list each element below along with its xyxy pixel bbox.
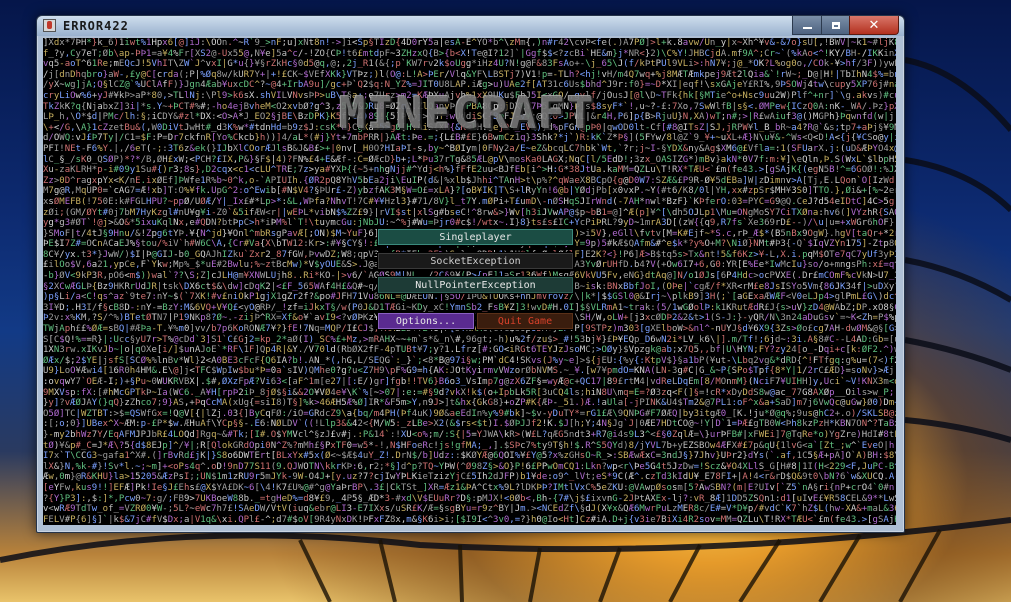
- options-button[interactable]: Options...: [377, 312, 475, 330]
- game-canvas[interactable]: ]Xdx*7ÞH*}k_6)1iwt%1Hpx6[@]iJ:\OOn.^~R`9…: [43, 38, 896, 525]
- maximize-button[interactable]: [821, 16, 850, 35]
- quit-game-button[interactable]: Quit Game: [476, 312, 574, 330]
- window-title: ERROR422: [63, 19, 129, 33]
- game-window: ERROR422 ✕ ]Xdx*7ÞH*}k_6)1iwt%1Hpx6[@]iJ…: [36, 15, 905, 533]
- java-cup-icon: [43, 19, 56, 32]
- singleplayer-button[interactable]: Singleplayer: [377, 228, 574, 246]
- socket-exception-button[interactable]: SocketException: [377, 252, 574, 270]
- game-logo: MINECRAFT: [339, 88, 596, 139]
- close-button[interactable]: ✕: [849, 16, 899, 35]
- close-icon: ✕: [868, 17, 880, 33]
- minimize-button[interactable]: [792, 16, 822, 35]
- title-bar[interactable]: ERROR422 ✕: [37, 16, 904, 36]
- null-pointer-exception-button[interactable]: NullPointerException: [377, 276, 574, 294]
- maximize-icon: [831, 21, 840, 29]
- minimize-icon: [802, 27, 812, 29]
